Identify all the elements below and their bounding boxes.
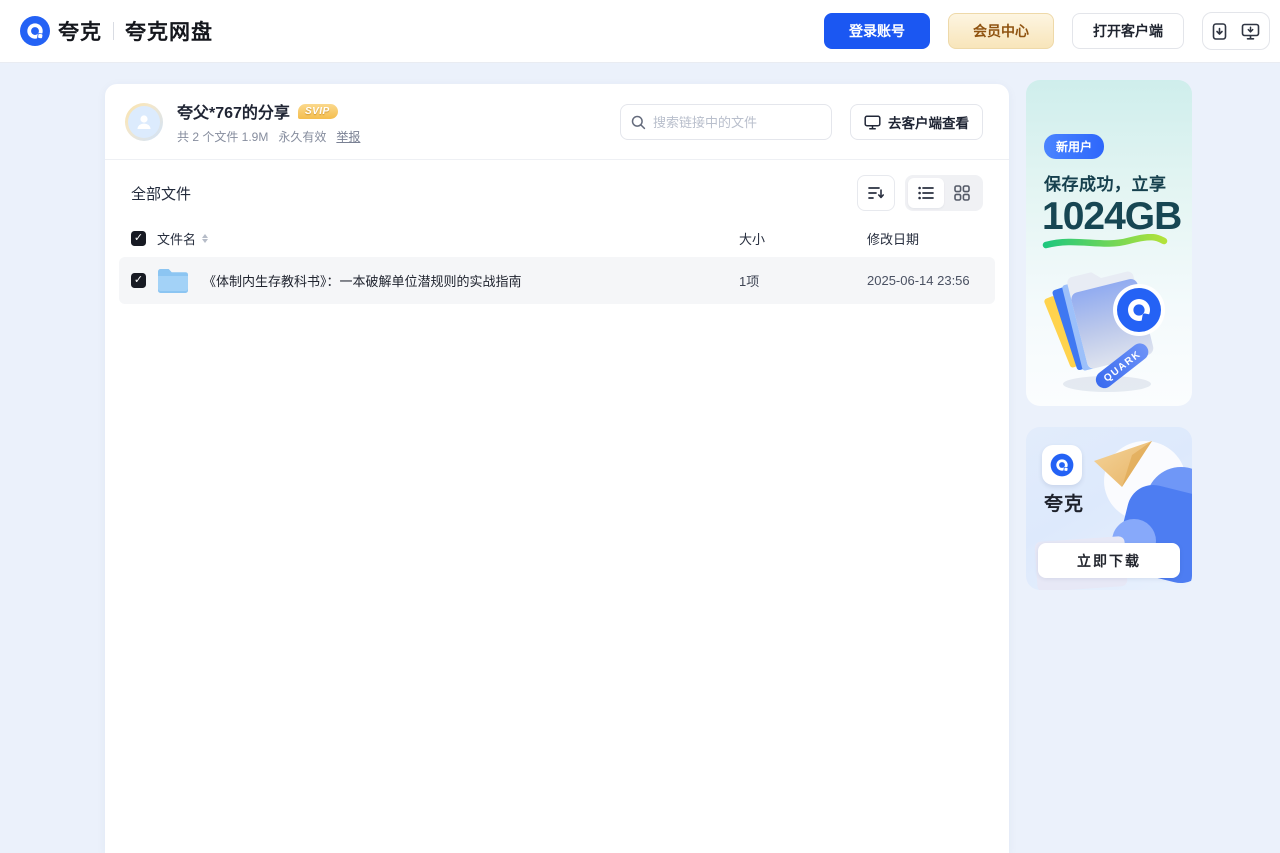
search-icon: [631, 115, 646, 129]
files-section-title: 全部文件: [131, 185, 192, 203]
row-checkbox[interactable]: ✓: [131, 273, 146, 288]
name-sort-control[interactable]: [202, 233, 209, 243]
column-header-modified: 修改日期: [867, 231, 920, 247]
download-now-button[interactable]: 立即下载: [1038, 543, 1180, 578]
new-user-badge: 新用户: [1044, 134, 1105, 159]
share-validity: 永久有效: [278, 130, 327, 144]
logo-divider: [113, 22, 114, 40]
select-all-checkbox[interactable]: ✓: [131, 230, 146, 246]
share-title: 夸父*767的分享: [177, 105, 290, 122]
column-header-size: 大小: [739, 231, 766, 247]
grid-view-icon: [954, 185, 970, 201]
avatar-person-icon: [128, 106, 160, 138]
folder-illustration: QUARK: [1044, 271, 1165, 392]
logo-text: 夸克: [58, 21, 102, 44]
share-header: 夸父*767的分享 SVIP 共 2 个文件 1.9M 永久有效 举报 去客户端…: [105, 84, 1009, 160]
search-input[interactable]: [653, 114, 821, 130]
sort-icon: [868, 187, 884, 199]
mobile-download-icon[interactable]: [1212, 22, 1227, 40]
download-apps-group: [1202, 12, 1270, 50]
app-download-banner[interactable]: 夸克 立即下载: [1026, 427, 1192, 590]
logo-group[interactable]: 夸克 夸克网盘: [20, 16, 213, 46]
file-size: 1项: [739, 274, 760, 289]
share-meta: 共 2 个文件 1.9M 永久有效 举报: [177, 128, 360, 145]
quark-logo-icon: [20, 16, 50, 46]
view-mode-toggle: [905, 175, 983, 211]
svip-badge: SVIP: [297, 103, 338, 119]
vip-center-button[interactable]: 会员中心: [948, 13, 1054, 49]
open-client-button[interactable]: 打开客户端: [1072, 13, 1184, 49]
quark-app-icon: [1042, 445, 1082, 485]
app-name: 夸克: [1044, 494, 1085, 515]
list-view-button[interactable]: [908, 178, 944, 208]
new-user-promo-banner[interactable]: 新用户 保存成功，立享 1024GB QUARK: [1026, 80, 1192, 406]
search-box[interactable]: [620, 104, 832, 140]
view-in-client-button[interactable]: 去客户端查看: [850, 104, 983, 140]
paper-plane-shape: [1094, 441, 1152, 487]
files-toolbar: 全部文件: [105, 160, 1009, 223]
promo-headline: 保存成功，立享: [1044, 175, 1167, 194]
folder-icon: [158, 268, 188, 293]
desktop-download-icon[interactable]: [1241, 23, 1260, 40]
file-modified-date: 2025-06-14 23:56: [867, 273, 970, 288]
grid-view-button[interactable]: [944, 178, 980, 208]
product-name: 夸克网盘: [125, 21, 213, 44]
file-row[interactable]: ✓ 《体制内生存教科书》：一本破解单位潜规则的实战指南 1项 2025-06-1…: [119, 257, 995, 304]
sort-order-button[interactable]: [857, 175, 895, 211]
monitor-icon: [864, 114, 881, 130]
topbar-actions: 登录账号 会员中心 打开客户端: [824, 12, 1270, 50]
view-in-client-label: 去客户端查看: [888, 116, 969, 131]
column-header-name: 文件名: [157, 231, 197, 247]
file-name[interactable]: 《体制内生存教科书》：一本破解单位潜规则的实战指南: [203, 271, 522, 290]
login-button[interactable]: 登录账号: [824, 13, 930, 49]
list-view-icon: [918, 186, 934, 200]
avatar: [125, 103, 163, 141]
promo-storage-amount: 1024GB: [1042, 195, 1182, 238]
report-link[interactable]: 举报: [336, 128, 360, 145]
share-content-card: 夸父*767的分享 SVIP 共 2 个文件 1.9M 永久有效 举报 去客户端…: [105, 84, 1009, 853]
top-navigation-bar: 夸克 夸克网盘 登录账号 会员中心 打开客户端: [0, 0, 1280, 63]
share-file-count: 共 2 个文件 1.9M: [177, 130, 269, 144]
share-info: 夸父*767的分享 SVIP 共 2 个文件 1.9M 永久有效 举报: [177, 99, 360, 145]
file-table-header: ✓ 文件名 大小 修改日期: [105, 223, 1009, 253]
